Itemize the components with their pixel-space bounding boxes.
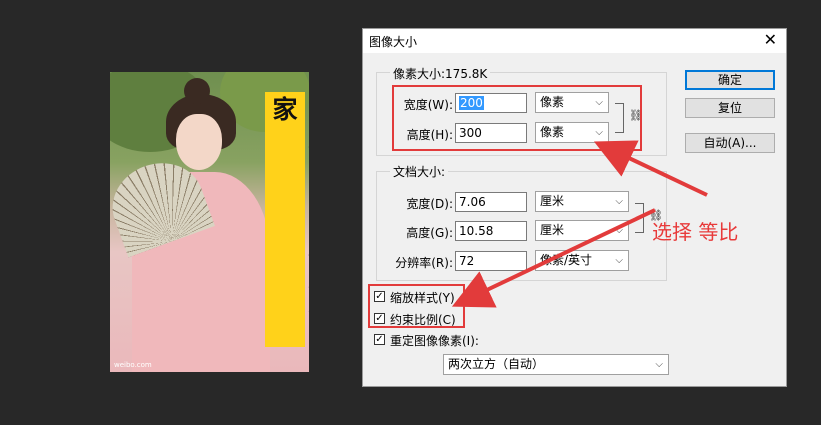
arrow-to-checkboxes: [451, 208, 656, 308]
arrow-to-pixel-box: [593, 140, 708, 197]
annotation-arrows: [451, 140, 708, 308]
annotation-text: 选择 等比: [652, 220, 739, 244]
